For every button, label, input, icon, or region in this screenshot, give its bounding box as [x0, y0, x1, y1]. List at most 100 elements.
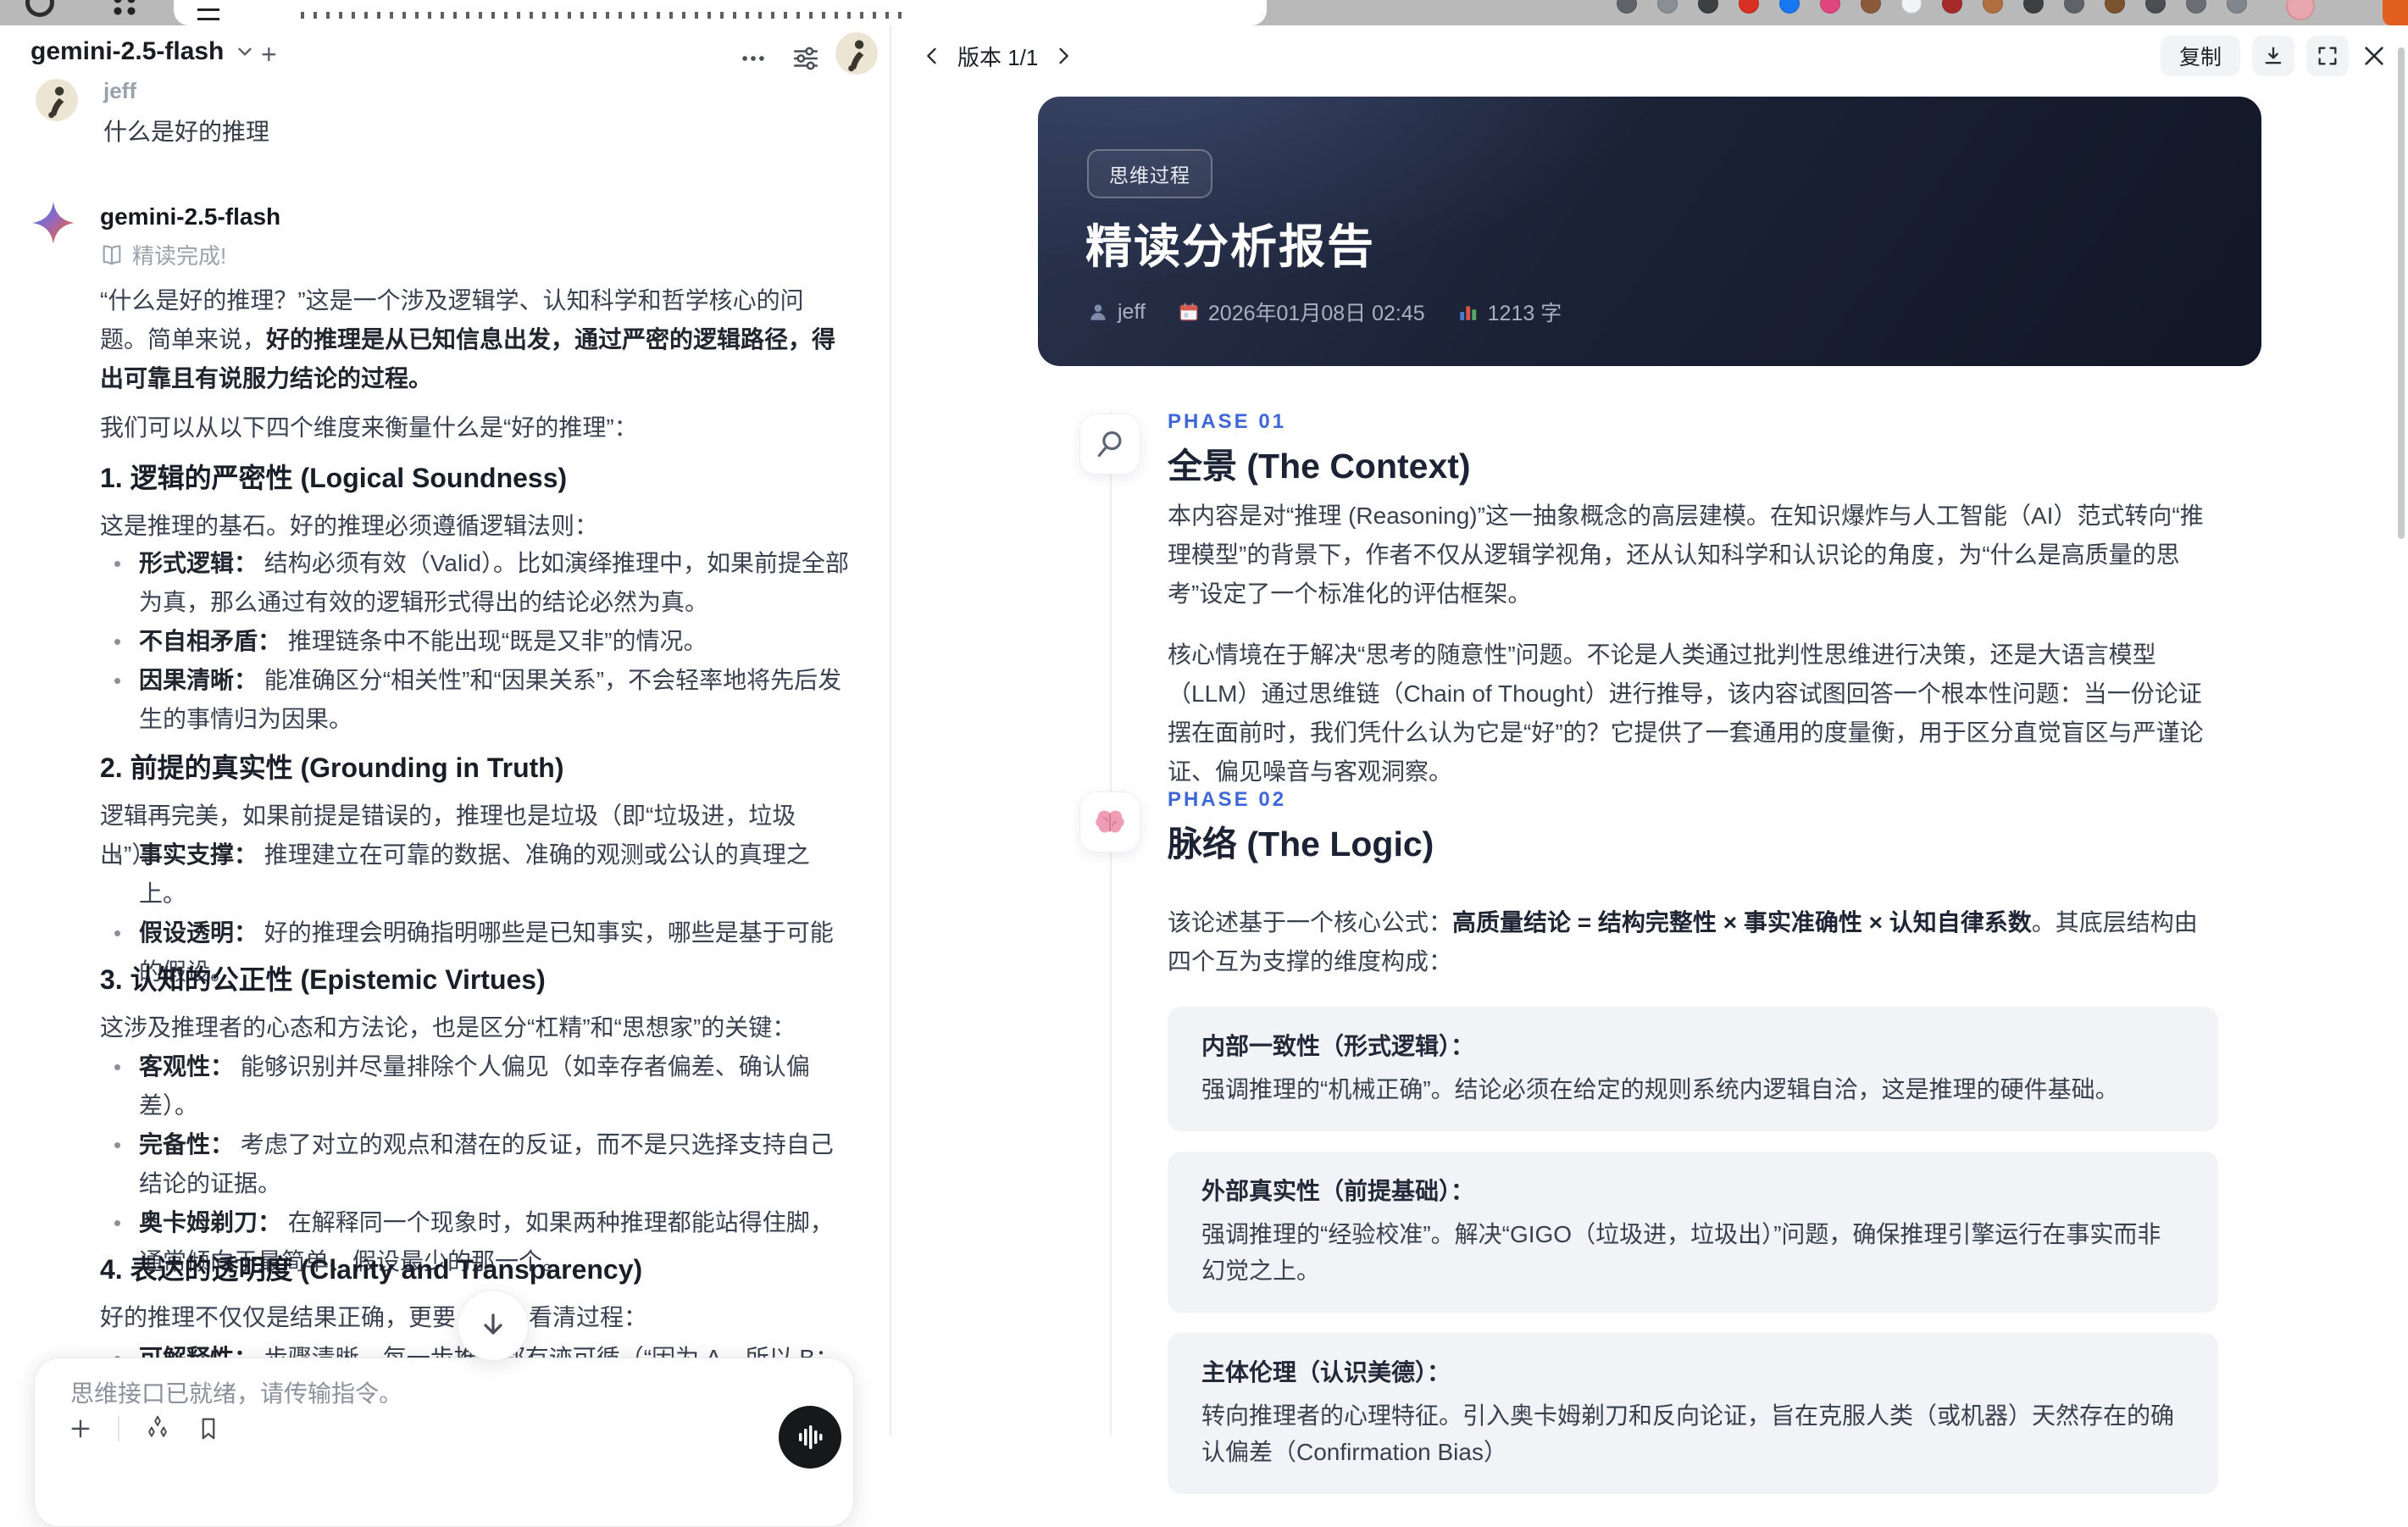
extension-icon[interactable]	[1779, 0, 1800, 14]
avatar	[36, 79, 78, 121]
extensions-grid-icon[interactable]	[112, 0, 137, 15]
version-navigator: 版本 1/1	[920, 37, 1075, 75]
status-text: 精读完成!	[132, 239, 226, 270]
user-message-text: 什么是好的推理	[103, 114, 269, 147]
logic-card: 主体伦理（认识美德）：转向推理者的心理特征。引入奥卡姆剃刀和反向论证，旨在克服人…	[1168, 1333, 2218, 1494]
bullet-list-3: 客观性： 能够识别并尽量排除个人偏见（如幸存者偏差、确认偏差）。完备性： 考虑了…	[100, 1047, 849, 1281]
section-heading-2: 2. 前提的真实性 (Grounding in Truth)	[100, 750, 849, 786]
logic-cards: 内部一致性（形式逻辑）：强调推理的“机械正确”。结论必须在给定的规则系统内逻辑自…	[1168, 1007, 2218, 1514]
extension-icon[interactable]	[2105, 0, 2125, 14]
extension-icon[interactable]	[2064, 0, 2084, 14]
phase-title: 全景 (The Context)	[1168, 437, 1471, 488]
meta-author: jeff	[1087, 300, 1146, 325]
scroll-to-bottom-button[interactable]	[458, 1290, 529, 1361]
chat-input[interactable]	[70, 1372, 816, 1416]
assistant-paragraph: “什么是好的推理？”这是一个涉及逻辑学、认知科学和哲学核心的问题。简单来说，好的…	[100, 281, 849, 398]
settings-sliders-icon[interactable]	[791, 44, 820, 73]
extension-icon[interactable]	[1739, 0, 1759, 14]
bookmark-icon[interactable]	[196, 1416, 221, 1441]
logic-card: 内部一致性（形式逻辑）：强调推理的“机械正确”。结论必须在给定的规则系统内逻辑自…	[1168, 1007, 2218, 1131]
plus-icon[interactable]	[67, 1415, 94, 1442]
extension-icon[interactable]	[1901, 0, 1922, 14]
gemini-star-icon	[32, 202, 75, 244]
chevron-right-icon[interactable]	[1051, 44, 1075, 68]
user-avatar[interactable]	[835, 32, 878, 75]
extension-icon[interactable]	[2023, 0, 2044, 14]
brain-icon	[1093, 805, 1127, 839]
bullet-item: 不自相矛盾： 推理链条中不能出现“既是又非”的情况。	[100, 622, 849, 661]
user-message-author: jeff	[103, 78, 136, 104]
scrollbar-thumb[interactable]	[2398, 47, 2405, 539]
url-text-fragment	[301, 12, 911, 19]
phase-lead: 该论述基于一个核心公式：高质量结论 = 结构完整性 × 事实准确性 × 认知自律…	[1168, 903, 2218, 981]
assistant-name: gemini-2.5-flash	[100, 203, 280, 230]
model-selector[interactable]: gemini-2.5-flash	[31, 37, 256, 66]
section-heading-1: 1. 逻辑的严密性 (Logical Soundness)	[100, 460, 849, 496]
phase-icon-box	[1079, 414, 1140, 475]
logic-card: 外部真实性（前提基础）：强调推理的“经验校准”。解决“GIGO（垃圾进，垃圾出）…	[1168, 1152, 2218, 1313]
book-icon	[100, 243, 124, 267]
expand-icon	[2316, 44, 2339, 68]
assistant-paragraph: 我们可以从以下四个维度来衡量什么是“好的推理”：	[100, 408, 849, 447]
panel-divider	[890, 25, 891, 1435]
tab-menu-icon	[197, 8, 219, 20]
waveform-icon	[793, 1420, 827, 1454]
more-options-icon[interactable]	[739, 44, 768, 73]
extension-icon[interactable]	[1861, 0, 1881, 14]
section-intro-4-post: 看清过程：	[529, 1304, 647, 1330]
report-meta: jeff 2026年01月08日 02:45 1213 字	[1087, 297, 1562, 327]
voice-input-button[interactable]	[779, 1406, 841, 1469]
phase-title: 脉络 (The Logic)	[1168, 815, 1434, 866]
bullet-list-1: 形式逻辑： 结构必须有效（Valid）。比如演绎推理中，如果前提全部为真，那么通…	[100, 544, 849, 739]
model-name: gemini-2.5-flash	[31, 37, 224, 66]
magnifier-icon	[1094, 428, 1126, 460]
section-intro-1: 这是推理的基石。好的推理必须遵循逻辑法则：	[100, 507, 849, 546]
extension-icon[interactable]	[1983, 0, 2003, 14]
chevron-down-icon	[234, 41, 256, 63]
address-bar[interactable]	[174, 0, 1267, 25]
phase-paragraph: 核心情境在于解决“思考的随意性”问题。不论是人类通过批判性思维进行决策，还是大语…	[1168, 636, 2218, 791]
meta-date: 2026年01月08日 02:45	[1178, 297, 1425, 327]
section-intro-4-pre: 好的推理不仅仅是结果正确，更要	[100, 1304, 456, 1330]
download-icon	[2261, 44, 2285, 68]
fullscreen-button[interactable]	[2306, 36, 2349, 76]
bullet-item: 客观性： 能够识别并尽量排除个人偏见（如幸存者偏差、确认偏差）。	[100, 1047, 849, 1125]
download-button[interactable]	[2252, 36, 2294, 76]
bullet-item: 完备性： 考虑了对立的观点和潜在的反证，而不是只选择支持自己结论的证据。	[100, 1125, 849, 1203]
section-heading-4: 4. 表达的透明度 (Clarity and Transparency)	[100, 1252, 849, 1287]
bullet-item: 事实支撑： 推理建立在可靠的数据、准确的观测或公认的真理之上。	[100, 836, 849, 913]
phase-paragraph: 本内容是对“推理 (Reasoning)”这一抽象概念的高层建模。在知识爆炸与人…	[1168, 497, 2218, 614]
reload-icon[interactable]	[25, 0, 54, 17]
chat-input-card	[34, 1358, 854, 1527]
extension-icon[interactable]	[1657, 0, 1678, 14]
extension-icon[interactable]	[2227, 0, 2247, 14]
arrow-down-icon	[478, 1310, 508, 1341]
assistant-status: 精读完成!	[100, 239, 226, 270]
close-icon[interactable]	[2361, 42, 2388, 69]
report-title: 精读分析报告	[1085, 208, 1375, 276]
report-hero-card: 思维过程 精读分析报告 jeff 2026年01月08日 02:45 1213 …	[1038, 97, 2261, 366]
browser-corner-accent	[2383, 0, 2408, 25]
chevron-left-icon[interactable]	[920, 44, 944, 68]
extension-icon[interactable]	[2145, 0, 2166, 14]
bullet-item: 因果清晰： 能准确区分“相关性”和“因果关系”，不会轻率地将先后发生的事情归为因…	[100, 661, 849, 739]
sparkle-icon[interactable]	[143, 1414, 172, 1443]
copy-button[interactable]: 复制	[2161, 36, 2240, 76]
extension-icon[interactable]	[1617, 0, 1637, 14]
extension-icon[interactable]	[2186, 0, 2206, 14]
person-icon	[1087, 301, 1109, 323]
extension-icon[interactable]	[1698, 0, 1718, 14]
new-chat-button[interactable]: +	[261, 39, 277, 70]
phase-icon-box	[1079, 791, 1140, 852]
extension-icon[interactable]	[1820, 0, 1840, 14]
phase-label: PHASE 01	[1168, 410, 1286, 434]
extension-icons-row	[1617, 0, 2247, 14]
extension-icon[interactable]	[1942, 0, 1962, 14]
browser-profile-avatar[interactable]	[2286, 0, 2315, 20]
divider	[118, 1416, 119, 1441]
phase-timeline	[1110, 412, 1112, 1435]
section-intro-3: 这涉及推理者的心态和方法论，也是区分“杠精”和“思想家”的关键：	[100, 1008, 849, 1047]
calendar-icon	[1178, 301, 1200, 323]
input-toolbar	[67, 1414, 221, 1443]
version-label: 版本 1/1	[957, 41, 1038, 72]
